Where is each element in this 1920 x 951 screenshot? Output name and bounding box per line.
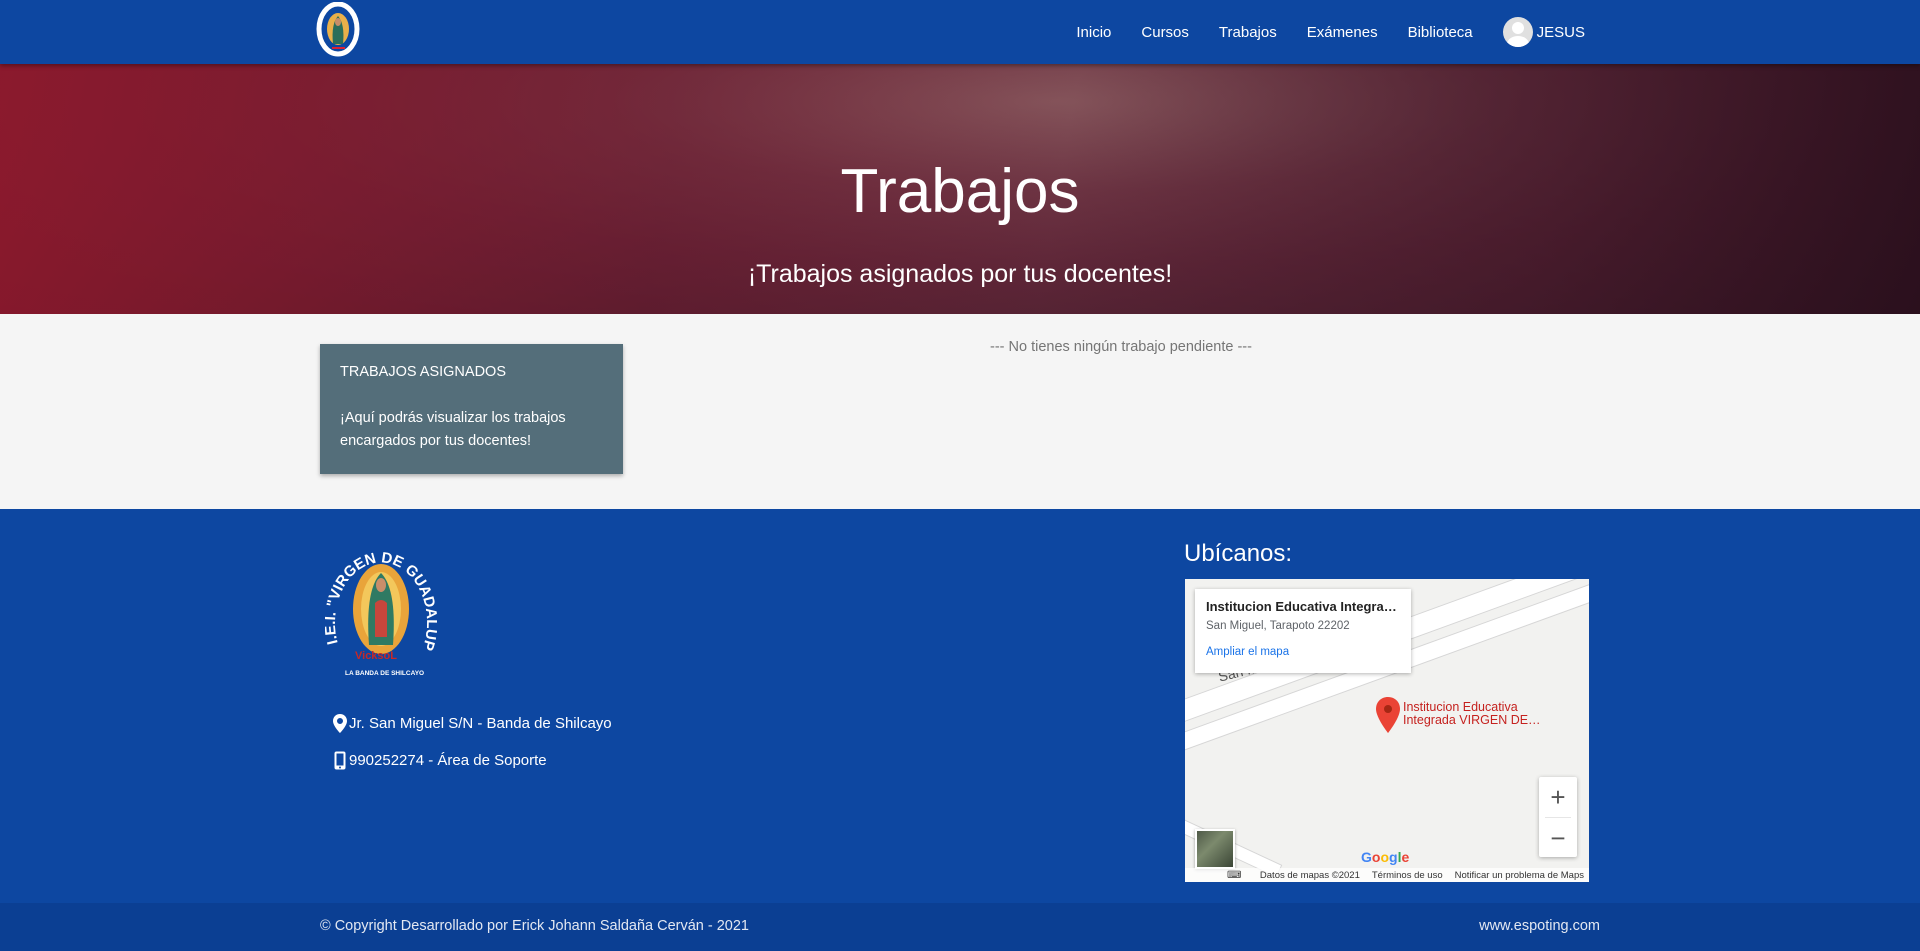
copyright-bar: © Copyright Desarrollado por Erick Johan… xyxy=(0,903,1920,951)
google-map-embed[interactable]: San M Institucion Educativa Integrada VI… xyxy=(1185,579,1589,882)
nav-cursos[interactable]: Cursos xyxy=(1141,24,1189,41)
school-logo-icon[interactable] xyxy=(315,2,361,60)
site-link[interactable]: www.espoting.com xyxy=(1479,918,1600,934)
map-attribution-bar: ⌨ Datos de mapas ©2021 Términos de uso N… xyxy=(1185,868,1589,882)
map-title: Ubícanos: xyxy=(1184,540,1293,567)
mobile-phone-icon xyxy=(332,751,347,770)
user-name: JESUS xyxy=(1536,23,1585,41)
satellite-toggle[interactable] xyxy=(1195,829,1235,869)
map-data-credit: Datos de mapas ©2021 xyxy=(1259,869,1360,881)
location-pin-icon xyxy=(332,714,347,733)
zoom-out-button[interactable]: − xyxy=(1539,818,1577,858)
page-subtitle: ¡Trabajos asignados por tus docentes! xyxy=(747,260,1173,288)
nav-links: Inicio Cursos Trabajos Exámenes Bibliote… xyxy=(1046,0,1585,64)
school-seal-logo: I.E.I. "VIRGEN DE GUADALUPE" VicksoL LA … xyxy=(325,527,437,677)
place-address: San Miguel, Tarapoto 22202 xyxy=(1206,620,1350,632)
copyright-text: © Copyright Desarrollado por Erick Johan… xyxy=(320,918,749,934)
map-place-card: Institucion Educativa Integrada VIRGEN D… xyxy=(1195,589,1411,673)
svg-text:VicksoL: VicksoL xyxy=(355,650,397,662)
footer-address: Jr. San Miguel S/N - Banda de Shilcayo xyxy=(332,714,612,733)
zoom-in-button[interactable]: + xyxy=(1539,777,1577,817)
place-name: Institucion Educativa Integrada VIRGEN D… xyxy=(1206,599,1400,614)
svg-text:LA BANDA DE SHILCAYO: LA BANDA DE SHILCAYO xyxy=(345,670,424,677)
nav-inicio[interactable]: Inicio xyxy=(1076,24,1111,41)
nav-trabajos[interactable]: Trabajos xyxy=(1219,24,1277,41)
phone-text: 990252274 - Área de Soporte xyxy=(349,752,547,769)
page-title: Trabajos xyxy=(840,157,1080,226)
keyboard-icon[interactable]: ⌨ xyxy=(1227,870,1241,881)
empty-assignments-message: --- No tienes ningún trabajo pendiente -… xyxy=(990,339,1252,355)
card-title: TRABAJOS ASIGNADOS xyxy=(340,364,506,380)
user-avatar-icon xyxy=(1502,17,1533,47)
card-text: ¡Aquí podrás visualizar los trabajos enc… xyxy=(340,410,566,449)
top-navbar: Inicio Cursos Trabajos Exámenes Bibliote… xyxy=(0,0,1920,64)
nav-biblioteca[interactable]: Biblioteca xyxy=(1408,24,1473,41)
footer-phone: 990252274 - Área de Soporte xyxy=(332,751,547,770)
google-logo: Google xyxy=(1361,849,1410,865)
expand-map-link[interactable]: Ampliar el mapa xyxy=(1206,646,1400,658)
assignments-info-card: TRABAJOS ASIGNADOS ¡Aquí podrás visualiz… xyxy=(320,344,623,474)
map-zoom-controls: + − xyxy=(1539,777,1577,857)
map-pin-icon[interactable] xyxy=(1376,697,1400,733)
map-report-link[interactable]: Notificar un problema de Maps xyxy=(1455,870,1584,881)
map-terms-link[interactable]: Términos de uso xyxy=(1372,870,1443,881)
user-menu[interactable]: JESUS xyxy=(1502,17,1585,47)
nav-examenes[interactable]: Exámenes xyxy=(1307,24,1378,41)
footer: I.E.I. "VIRGEN DE GUADALUPE" VicksoL LA … xyxy=(0,509,1920,951)
address-text: Jr. San Miguel S/N - Banda de Shilcayo xyxy=(349,715,612,732)
main-content: TRABAJOS ASIGNADOS ¡Aquí podrás visualiz… xyxy=(0,314,1920,509)
pin-label: Institucion Educativa Integrada VIRGEN D… xyxy=(1403,700,1541,727)
hero-banner: Trabajos ¡Trabajos asignados por tus doc… xyxy=(0,64,1920,314)
